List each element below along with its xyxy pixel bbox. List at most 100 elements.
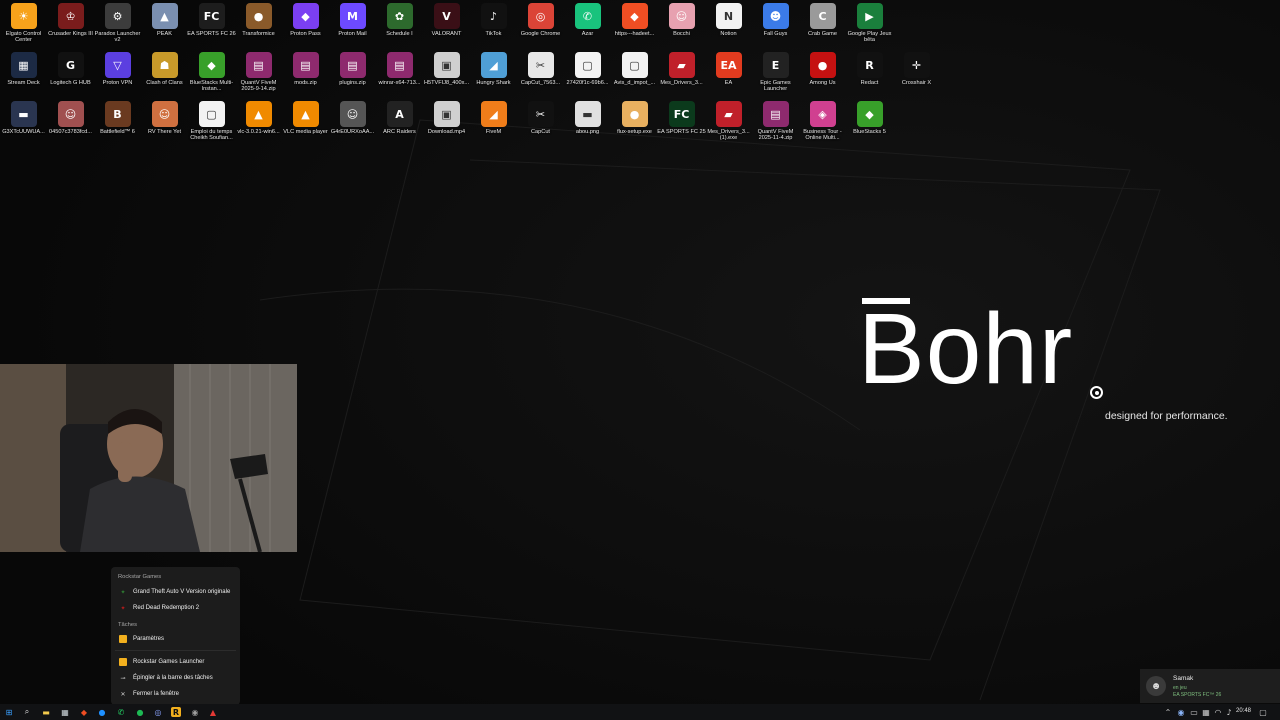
search-icon[interactable]: ⌕ (22, 707, 32, 717)
desktop-icon[interactable]: ▤ winrar-x64-713... (376, 52, 423, 100)
taskbar-clock[interactable]: 20:48 (1236, 708, 1251, 714)
desktop-icon[interactable]: ◆ BlueStacks Multi-Instan... (188, 52, 235, 100)
app-icon: ✆ (574, 3, 601, 29)
edge-icon[interactable]: ● (97, 707, 107, 717)
desktop-icon[interactable]: ● flux-setup.exe (611, 101, 658, 149)
desktop-icon[interactable]: EA EA (705, 52, 752, 100)
desktop-icon[interactable]: ▢ Avis_d_impot_... (611, 52, 658, 100)
app-icon: ◢ (480, 52, 507, 78)
desktop-icon[interactable]: ◆ BlueStacks 5 (846, 101, 893, 149)
whatsapp-icon[interactable]: ✆ (116, 707, 126, 717)
desktop-icon[interactable]: ☗ Clash of Clans (141, 52, 188, 100)
notifications-icon[interactable]: ▢ (1258, 707, 1268, 717)
desktop-icon[interactable]: ◆ Proton Pass (282, 3, 329, 51)
tray-app-icon[interactable]: ◉ (1176, 707, 1186, 717)
start-button[interactable]: ⊞ (4, 707, 14, 717)
app-icon[interactable]: ▲ (208, 707, 218, 717)
desktop-icon[interactable]: ▰ Mes_Drivers_3... (1).exe (705, 101, 752, 149)
desktop-icon[interactable]: R Redact (846, 52, 893, 100)
desktop-icon[interactable]: ▢ Emploi du temps Cheikh Soufian... (188, 101, 235, 149)
app-icon: ● (809, 52, 836, 78)
calculator-icon[interactable]: ▦ (60, 707, 70, 717)
chrome-icon[interactable]: ◎ (153, 707, 163, 717)
desktop-icon[interactable]: ✿ Schedule I (376, 3, 423, 51)
jumplist-item-close[interactable]: ✕ Fermer la fenêtre (115, 687, 237, 701)
desktop-icon[interactable]: M Proton Mail (329, 3, 376, 51)
app-icon: ✂ (527, 52, 554, 78)
jumplist-item-pin[interactable]: ⊸ Épingler à la barre des tâches (115, 671, 237, 685)
brave-icon[interactable]: ◆ (79, 707, 89, 717)
desktop-icon[interactable]: ▦ Stream Deck (0, 52, 47, 100)
desktop-icon-label: BlueStacks Multi-Instan... (189, 80, 234, 93)
desktop-icon[interactable]: A ARC Raiders (376, 101, 423, 149)
desktop-icon[interactable]: V VALORANT (423, 3, 470, 51)
desktop-icon[interactable]: ● Transformice (235, 3, 282, 51)
desktop-icon[interactable]: ☺ G4rE0URXoAA... (329, 101, 376, 149)
desktop-icon[interactable]: ▲ vlc-3.0.21-win6... (235, 101, 282, 149)
desktop-icon[interactable]: C Crab Game (799, 3, 846, 51)
desktop-icon[interactable]: ☻ Fall Guys (752, 3, 799, 51)
desktop-icon[interactable]: ✂ CapCut (517, 101, 564, 149)
desktop-icon[interactable]: ♪ TikTok (470, 3, 517, 51)
jumplist-item-rdr2[interactable]: ✦ Red Dead Redemption 2 (115, 601, 237, 615)
desktop-icon[interactable]: ☺ RV There Yet (141, 101, 188, 149)
desktop-icon[interactable]: ⚙ Paradox Launcher v2 (94, 3, 141, 51)
desktop-icon[interactable]: ▶ Google Play Jeux bêta (846, 3, 893, 51)
desktop-icon[interactable]: ☀ Elgato Control Center (0, 3, 47, 51)
volume-icon[interactable]: ♪ (1224, 707, 1234, 717)
app-icon: ▲ (151, 3, 178, 29)
desktop-icon[interactable]: ◢ FiveM (470, 101, 517, 149)
desktop-icon[interactable]: ▤ plugins.zip (329, 52, 376, 100)
app-icon: ☺ (339, 101, 366, 127)
desktop-icon[interactable]: ☺ Bocchi (658, 3, 705, 51)
desktop-icon[interactable]: ● Among Us (799, 52, 846, 100)
jumplist-item-settings[interactable]: Paramètres (115, 632, 237, 646)
game-notification[interactable]: ☻ Samak en jeu EA SPORTS FC™ 26 (1140, 669, 1280, 703)
jumplist-item-launcher[interactable]: Rockstar Games Launcher (115, 655, 237, 669)
chevron-up-icon[interactable]: ⌃ (1163, 707, 1173, 717)
jumplist-item-label: Paramètres (133, 636, 165, 642)
desktop-icon-label: 27420f1c-69b6... (566, 80, 609, 86)
desktop-icon[interactable]: ▽ Proton VPN (94, 52, 141, 100)
desktop-icon[interactable]: ✆ Azar (564, 3, 611, 51)
tray-app-icon[interactable]: ▭ (1189, 707, 1199, 717)
desktop-icon[interactable]: ☺ 04507c3783fcd... (47, 101, 94, 149)
desktop-icon-label: Google Chrome (520, 31, 561, 37)
file-explorer-icon[interactable]: ▬ (41, 707, 51, 717)
desktop-icon[interactable]: ◆ https---hadeet... (611, 3, 658, 51)
desktop-icon[interactable]: ▤ mods.zip (282, 52, 329, 100)
desktop-icon[interactable]: B Battlefield™ 6 (94, 101, 141, 149)
app-icon: ▲ (245, 101, 272, 127)
desktop-icon[interactable]: ✂ CapCut_7563... (517, 52, 564, 100)
desktop-icon[interactable]: ▰ Mes_Drivers_3... (658, 52, 705, 100)
desktop-icon[interactable]: ▣ H5TVFIJ8_400x... (423, 52, 470, 100)
network-icon[interactable]: ▦ (1201, 707, 1211, 717)
desktop-icon[interactable]: ▣ Download.mp4 (423, 101, 470, 149)
desktop-icon[interactable]: ✛ Crosshair X (893, 52, 940, 100)
desktop-icon[interactable]: N Notion (705, 3, 752, 51)
app-icon: EA (715, 52, 742, 78)
desktop-icon[interactable]: FC EA SPORTS FC 26 (187, 3, 236, 51)
desktop-icon[interactable]: ♔ Crusader Kings III (47, 3, 94, 51)
jumplist-item-gta5[interactable]: ✦ Grand Theft Auto V Version originale (115, 585, 237, 599)
desktop-icon[interactable]: ▤ QuantV FiveM 2025-11-4.zip (752, 101, 799, 149)
app-icon: ▦ (10, 52, 37, 78)
desktop-icon-label: EA (724, 80, 733, 86)
spotify-icon[interactable]: ● (135, 707, 145, 717)
wifi-icon[interactable]: ◠ (1213, 707, 1223, 717)
desktop-icon[interactable]: FC EA SPORTS FC 25 (657, 101, 706, 149)
desktop-icon[interactable]: E Epic Games Launcher (752, 52, 799, 100)
obs-icon[interactable]: ◉ (190, 707, 200, 717)
desktop-icon[interactable]: ▲ VLC media player (282, 101, 329, 149)
desktop-icon[interactable]: ▲ PEAK (141, 3, 188, 51)
desktop-icon[interactable]: ▢ 27420f1c-69b6... (564, 52, 611, 100)
desktop-icon[interactable]: ▬ abou.png (564, 101, 611, 149)
desktop-icon[interactable]: ◈ Business Tour - Online Multi... (799, 101, 846, 149)
desktop-icon[interactable]: ▤ QuantV FiveM 2025-9-14.zip (235, 52, 282, 100)
desktop-icon[interactable]: ◎ Google Chrome (517, 3, 564, 51)
desktop-icon[interactable]: G Logitech G HUB (47, 52, 94, 100)
close-icon: ✕ (120, 691, 126, 698)
desktop-icon[interactable]: ▬ G3XTcUUWUA... (0, 101, 47, 149)
rockstar-icon[interactable]: R (171, 707, 181, 717)
desktop-icon[interactable]: ◢ Hungry Shark (470, 52, 517, 100)
